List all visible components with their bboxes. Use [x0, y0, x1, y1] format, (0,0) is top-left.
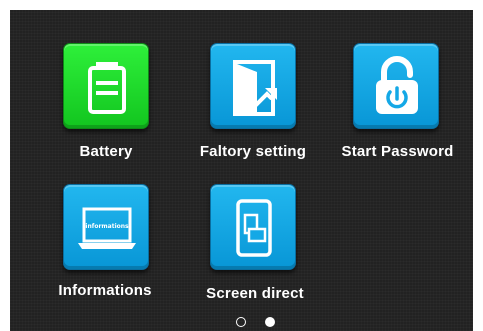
page-indicator-2[interactable] [265, 317, 275, 327]
unlock-power-icon [376, 56, 418, 114]
informations-button[interactable]: informations [63, 184, 149, 270]
screen-direct-label: Screen direct [206, 285, 304, 302]
factory-setting-label: Faltory setting [199, 143, 307, 160]
factory-setting-button[interactable] [210, 43, 296, 129]
battery-label: Battery [79, 143, 133, 160]
screen-direct-button[interactable] [210, 184, 296, 270]
informations-label: Informations [58, 282, 152, 299]
start-password-label: Start Password [341, 143, 454, 160]
start-password-button[interactable] [353, 43, 439, 129]
laptop-screen-text: informations [85, 223, 129, 230]
door-exit-icon [233, 60, 277, 116]
laptop-icon: informations [78, 207, 136, 249]
page-indicator-1[interactable] [236, 317, 246, 327]
battery-button[interactable] [63, 43, 149, 129]
screen-rotate-icon [236, 199, 272, 257]
home-screen: Battery Faltory setting Start Password i… [10, 10, 473, 331]
battery-icon [88, 62, 126, 114]
